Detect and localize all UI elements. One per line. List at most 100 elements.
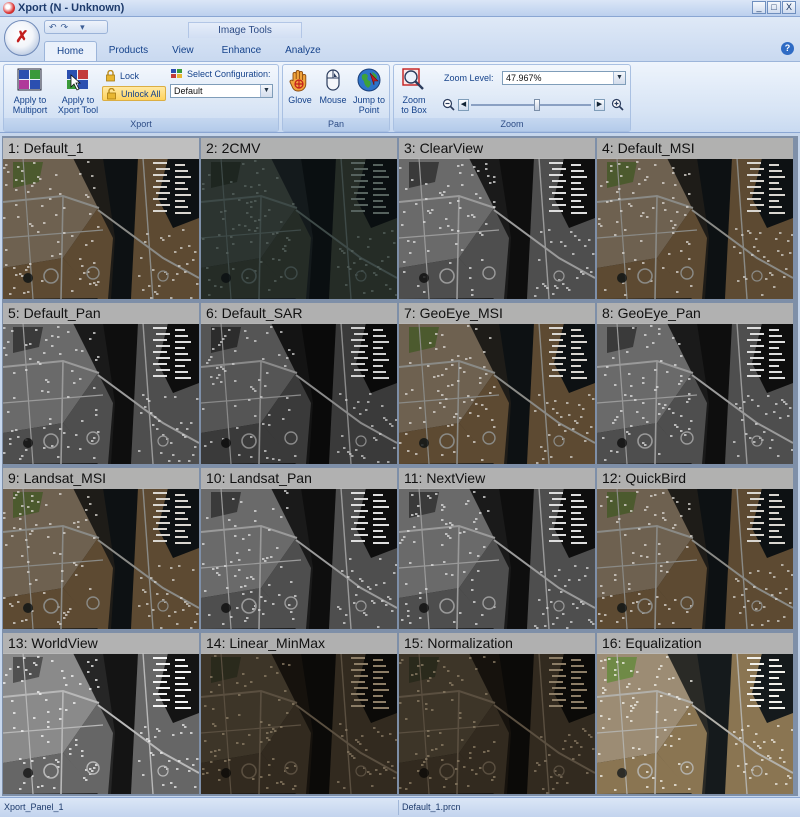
apply-to-multiport-button[interactable]: Apply to Multiport (8, 67, 52, 115)
zoom-to-box-label-1: Zoom (402, 95, 426, 105)
globe-icon (356, 67, 382, 93)
xport-panel-grid: 1: Default_1 2: 2CMV 3: ClearView 4: Defaul… (2, 136, 798, 796)
tab-products[interactable]: Products (97, 41, 160, 61)
panel-label: 10: Landsat_Pan (201, 468, 397, 489)
configuration-select[interactable]: Default ▼ (170, 84, 273, 98)
glove-button[interactable]: Glove (286, 67, 314, 105)
panel-aerial-image (201, 138, 397, 299)
select-configuration-label: Select Configuration: (187, 69, 271, 79)
panel-label: 6: Default_SAR (201, 303, 397, 324)
apply-multiport-label-2: Multiport (12, 105, 48, 115)
panel-aerial-image (3, 138, 199, 299)
panel-aerial-image (597, 468, 793, 629)
undo-icon[interactable]: ↶ (49, 22, 57, 33)
maximize-button[interactable]: □ (767, 1, 781, 14)
panel-label: 3: ClearView (399, 138, 595, 159)
zoom-in-icon[interactable] (611, 98, 624, 111)
panel-aerial-image (399, 468, 595, 629)
scroll-left-arrow[interactable]: ◀ (458, 99, 469, 111)
multiport-grid-icon (17, 67, 43, 93)
apply-xport-label-1: Apply to (61, 95, 95, 105)
xport-panel-5[interactable]: 5: Default_Pan (3, 303, 199, 464)
scroll-right-arrow[interactable]: ▶ (594, 99, 605, 111)
quick-access-toolbar: ↶ ↷ ▾ (44, 20, 108, 34)
zoom-out-icon[interactable] (442, 98, 455, 111)
panel-label: 8: GeoEye_Pan (597, 303, 793, 324)
xport-panel-15[interactable]: 15: Normalization (399, 633, 595, 794)
xport-panel-3[interactable]: 3: ClearView (399, 138, 595, 299)
pan-group-label: Pan (283, 118, 389, 131)
tab-enhance[interactable]: Enhance (210, 41, 273, 61)
jump-label-1: Jump to (352, 95, 385, 105)
xport-panel-14[interactable]: 14: Linear_MinMax (201, 633, 397, 794)
xport-panel-4[interactable]: 4: Default_MSI (597, 138, 793, 299)
xport-panel-10[interactable]: 10: Landsat_Pan (201, 468, 397, 629)
panel-label: 11: NextView (399, 468, 595, 489)
ribbon-body: Apply to Multiport Apply to Xport Tool L… (0, 61, 800, 133)
window-title: Xport (N - Unknown) (18, 2, 125, 14)
status-bar: Xport_Panel_1 Default_1.prcn (0, 797, 800, 817)
zoom-level-label: Zoom Level: (444, 73, 494, 83)
panel-aerial-image (201, 303, 397, 464)
panel-label: 12: QuickBird (597, 468, 793, 489)
xport-panel-8[interactable]: 8: GeoEye_Pan (597, 303, 793, 464)
panel-aerial-image (597, 303, 793, 464)
xport-panel-2[interactable]: 2: 2CMV (201, 138, 397, 299)
pan-group: Glove Mouse Jump to Point Pan (282, 64, 390, 132)
zoom-slider[interactable] (471, 98, 591, 112)
customize-qat-icon[interactable]: ▾ (80, 22, 85, 33)
mouse-label: Mouse (319, 95, 347, 105)
jump-label-2: Point (358, 105, 380, 115)
jump-to-point-button[interactable]: Jump to Point (351, 67, 387, 115)
xport-panel-7[interactable]: 7: GeoEye_MSI (399, 303, 595, 464)
xport-panel-11[interactable]: 11: NextView (399, 468, 595, 629)
app-logo-icon (3, 2, 15, 14)
application-menu-button[interactable]: ✗ (4, 20, 40, 56)
xport-panel-16[interactable]: 16: Equalization (597, 633, 793, 794)
zoom-box-icon (401, 67, 427, 93)
panel-label: 14: Linear_MinMax (201, 633, 397, 654)
xport-logo-icon: ✗ (15, 29, 29, 46)
apply-to-xport-tool-button[interactable]: Apply to Xport Tool (56, 67, 100, 115)
zoom-group-label: Zoom (394, 118, 630, 131)
chevron-down-icon[interactable]: ▼ (260, 85, 272, 97)
help-icon[interactable]: ? (781, 42, 794, 55)
window-controls: _ □ X (752, 1, 796, 14)
minimize-button[interactable]: _ (752, 1, 766, 14)
zoom-level-value: 47.967% (506, 73, 542, 83)
config-icon (170, 68, 183, 80)
status-config-file: Default_1.prcn (402, 802, 461, 812)
status-active-panel: Xport_Panel_1 (4, 802, 64, 812)
panel-label: 7: GeoEye_MSI (399, 303, 595, 324)
chevron-down-icon[interactable]: ▼ (613, 72, 625, 84)
xport-panel-9[interactable]: 9: Landsat_MSI (3, 468, 199, 629)
mouse-button[interactable]: Mouse (318, 67, 348, 105)
zoom-to-box-button[interactable]: Zoom to Box (397, 67, 431, 115)
panel-label: 4: Default_MSI (597, 138, 793, 159)
xport-group: Apply to Multiport Apply to Xport Tool L… (3, 64, 279, 132)
close-button[interactable]: X (782, 1, 796, 14)
unlock-all-label: Unlock All (121, 89, 161, 99)
tab-home[interactable]: Home (44, 41, 97, 61)
ribbon-header: ✗ ↶ ↷ ▾ Image Tools Home Products View E… (0, 17, 800, 61)
panel-aerial-image (3, 633, 199, 794)
tab-analyze[interactable]: Analyze (273, 41, 333, 61)
panel-label: 13: WorldView (3, 633, 199, 654)
configuration-value: Default (174, 86, 203, 96)
xport-panel-6[interactable]: 6: Default_SAR (201, 303, 397, 464)
glove-label: Glove (288, 95, 312, 105)
tab-view[interactable]: View (160, 41, 206, 61)
panel-label: 9: Landsat_MSI (3, 468, 199, 489)
xport-panel-12[interactable]: 12: QuickBird (597, 468, 793, 629)
xport-panel-13[interactable]: 13: WorldView (3, 633, 199, 794)
redo-icon[interactable]: ↷ (61, 22, 69, 33)
glove-hand-icon (287, 67, 313, 93)
lock-button[interactable]: Lock (104, 69, 139, 84)
xport-panel-1[interactable]: 1: Default_1 (3, 138, 199, 299)
panel-aerial-image (597, 633, 793, 794)
panel-aerial-image (201, 633, 397, 794)
unlock-all-button[interactable]: Unlock All (102, 86, 166, 101)
zoom-slider-thumb[interactable] (534, 99, 540, 111)
zoom-level-select[interactable]: 47.967% ▼ (502, 71, 626, 85)
panel-aerial-image (3, 303, 199, 464)
